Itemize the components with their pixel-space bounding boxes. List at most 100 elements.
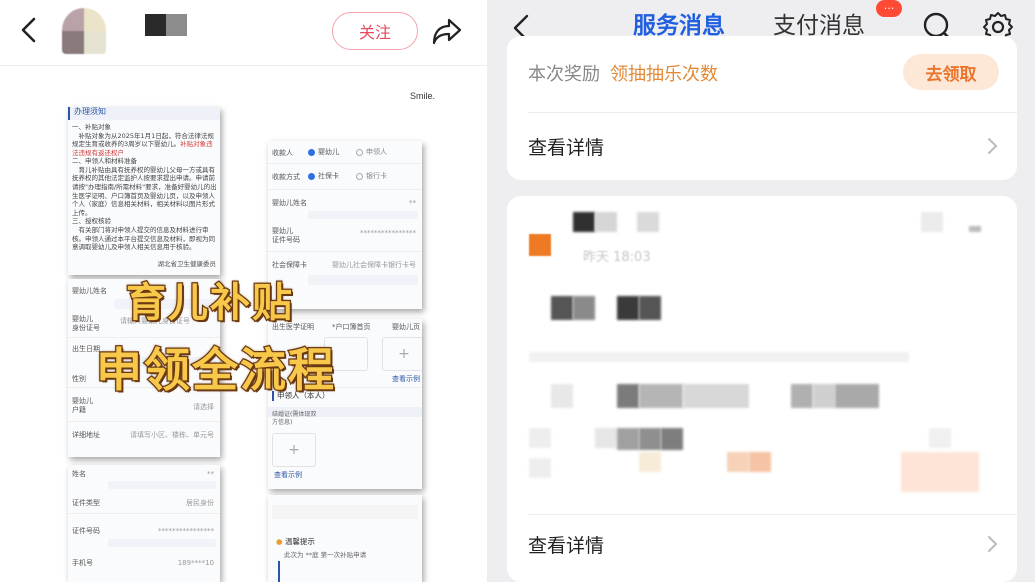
redacted-block bbox=[683, 384, 749, 408]
avatar[interactable] bbox=[62, 8, 106, 54]
upload-plus-icon: + bbox=[382, 337, 422, 371]
redacted-block bbox=[661, 428, 683, 450]
redacted-block bbox=[835, 384, 879, 408]
redacted-block bbox=[639, 296, 661, 320]
message-time: 昨天 18:03 bbox=[583, 250, 651, 265]
view-details-label: 查看详情 bbox=[528, 534, 605, 557]
username-redacted[interactable] bbox=[145, 14, 187, 36]
notice-header: 办理须知 bbox=[68, 107, 220, 120]
redacted-block bbox=[639, 384, 683, 408]
method-option-2: 银行卡 bbox=[356, 172, 387, 181]
method-option-1: 社保卡 bbox=[308, 172, 339, 181]
smile-watermark: Smile. bbox=[410, 91, 436, 101]
applicant-row-label: 证件号码 bbox=[72, 527, 100, 535]
redacted-block bbox=[551, 296, 573, 320]
redacted-block bbox=[595, 212, 617, 232]
tip-title: ● 温馨提示 bbox=[276, 537, 315, 546]
redacted-block bbox=[639, 452, 661, 472]
child-name-value: ** bbox=[409, 199, 416, 207]
messages-panel: 服务消息 支付消息 ··· 本次奖励 领抽抽乐次数 去领取 查看详情 昨天 18… bbox=[487, 0, 1035, 582]
redacted-block bbox=[529, 428, 551, 448]
method-label: 收款方式 bbox=[272, 173, 300, 181]
reward-label: 本次奖励 bbox=[528, 64, 600, 85]
service-logo bbox=[529, 234, 551, 256]
applicant-row-value: ** bbox=[207, 470, 214, 478]
overlay-title-line2: 申领全流程 bbox=[95, 342, 336, 399]
reward-message-card: 本次奖励 领抽抽乐次数 去领取 查看详情 bbox=[507, 36, 1017, 180]
claim-button[interactable]: 去领取 bbox=[903, 54, 999, 90]
payee-option-1: 婴幼儿 bbox=[308, 148, 339, 157]
tab-payment-messages[interactable]: 支付消息 bbox=[773, 6, 865, 40]
applicant-row-label: 姓名 bbox=[72, 470, 86, 478]
redacted-block bbox=[573, 212, 595, 232]
child-id-label: 婴幼儿 证件号码 bbox=[272, 227, 300, 245]
info-row-label: 详细地址 bbox=[72, 431, 100, 439]
screenshot-notice: 办理须知 一、补贴对象 补贴对象为从2025年1月1日起，符合法律法规规定生育或… bbox=[68, 107, 220, 275]
applicant-row-value: 189****10 bbox=[177, 559, 214, 567]
notice-body: 一、补贴对象 补贴对象为从2025年1月1日起，符合法律法规规定生育或收养的3周… bbox=[72, 123, 217, 252]
redacted-block bbox=[637, 212, 659, 232]
applicant-row-value: 居民身份 bbox=[186, 499, 214, 507]
info-row-label: 婴幼儿姓名 bbox=[72, 287, 107, 295]
tab-service-messages[interactable]: 服务消息 bbox=[633, 6, 725, 40]
screenshot-applicant-info: 姓名 ** 证件类型 居民身份 证件号码 **************** 手机… bbox=[68, 465, 220, 582]
redacted-block bbox=[551, 384, 573, 408]
child-name-label: 婴幼儿姓名 bbox=[272, 199, 307, 207]
service-message-card: 昨天 18:03 查看详情 bbox=[507, 196, 1017, 582]
redacted-block bbox=[727, 452, 749, 472]
divider bbox=[528, 514, 1017, 515]
info-row-value: 请选择 bbox=[193, 403, 214, 411]
marriage-cert-label: 结婚证(需体现双方信息) bbox=[272, 411, 317, 427]
info-row-label: 婴幼儿 身份证号 bbox=[72, 315, 100, 333]
payee-option-2: 申领人 bbox=[356, 148, 387, 157]
redacted-block bbox=[617, 296, 639, 320]
upload-col-2: *户口簿首页 bbox=[332, 323, 371, 331]
view-details-label: 查看详情 bbox=[528, 136, 605, 159]
applicant-row-value: **************** bbox=[158, 527, 214, 535]
overlay-title-line1: 育儿补贴 bbox=[125, 279, 294, 328]
post-image[interactable]: Smile. 办理须知 一、补贴对象 补贴对象为从2025年1月1日起，符合法律… bbox=[0, 67, 487, 582]
share-icon bbox=[432, 18, 462, 45]
redacted-block bbox=[617, 384, 639, 408]
redacted-block bbox=[529, 458, 551, 478]
redacted-block bbox=[921, 212, 943, 232]
tip-text: 此次为 **庭 第一次补贴申请 bbox=[284, 551, 367, 559]
info-row-label: 性别 bbox=[72, 375, 86, 383]
view-details-link[interactable]: 查看详情 bbox=[528, 524, 999, 564]
chevron-right-icon bbox=[988, 138, 998, 154]
share-button[interactable] bbox=[428, 12, 466, 50]
redacted-block bbox=[573, 296, 595, 320]
redacted-block bbox=[791, 384, 813, 408]
back-button[interactable] bbox=[14, 12, 44, 48]
redacted-block bbox=[617, 428, 639, 450]
reward-value: 领抽抽乐次数 bbox=[610, 64, 718, 85]
child-id-value: **************** bbox=[360, 229, 416, 237]
view-details-link[interactable]: 查看详情 bbox=[528, 126, 999, 166]
redacted-block bbox=[639, 428, 661, 450]
payee-label: 收款人 bbox=[272, 149, 293, 157]
more-icon bbox=[969, 226, 981, 232]
redacted-block bbox=[929, 428, 951, 448]
divider bbox=[528, 112, 1017, 113]
applicant-row-label: 证件类型 bbox=[72, 499, 100, 507]
reward-row: 本次奖励 领抽抽乐次数 bbox=[528, 60, 718, 86]
redacted-block bbox=[901, 452, 979, 492]
redacted-block bbox=[813, 384, 835, 408]
view-example-link: 查看示例 bbox=[392, 375, 420, 383]
redacted-line bbox=[529, 352, 909, 362]
notice-signature: 湖北省卫生健康委员 bbox=[157, 260, 217, 269]
info-row-label: 婴幼儿 户籍 bbox=[72, 397, 93, 415]
follow-button[interactable]: 关注 bbox=[332, 12, 418, 50]
redacted-block bbox=[749, 452, 771, 472]
view-example-link: 查看示例 bbox=[274, 471, 302, 479]
info-icon: ● bbox=[276, 537, 283, 546]
social-card-value: 婴幼儿社会保障卡银行卡号 bbox=[332, 261, 416, 269]
info-row-value: 请填写小区、楼栋、单元号 bbox=[130, 431, 214, 439]
post-panel: 关注 Smile. 办理须知 一、补贴对象 补贴对象为从2025年1月1日起，符… bbox=[0, 0, 487, 582]
upload-col-3: 婴幼儿页 bbox=[392, 323, 420, 331]
post-header: 关注 bbox=[0, 0, 487, 66]
chevron-right-icon bbox=[988, 536, 998, 552]
more-badge: ··· bbox=[876, 0, 902, 17]
chevron-left-icon bbox=[21, 17, 36, 43]
upload-plus-icon: + bbox=[272, 433, 316, 467]
